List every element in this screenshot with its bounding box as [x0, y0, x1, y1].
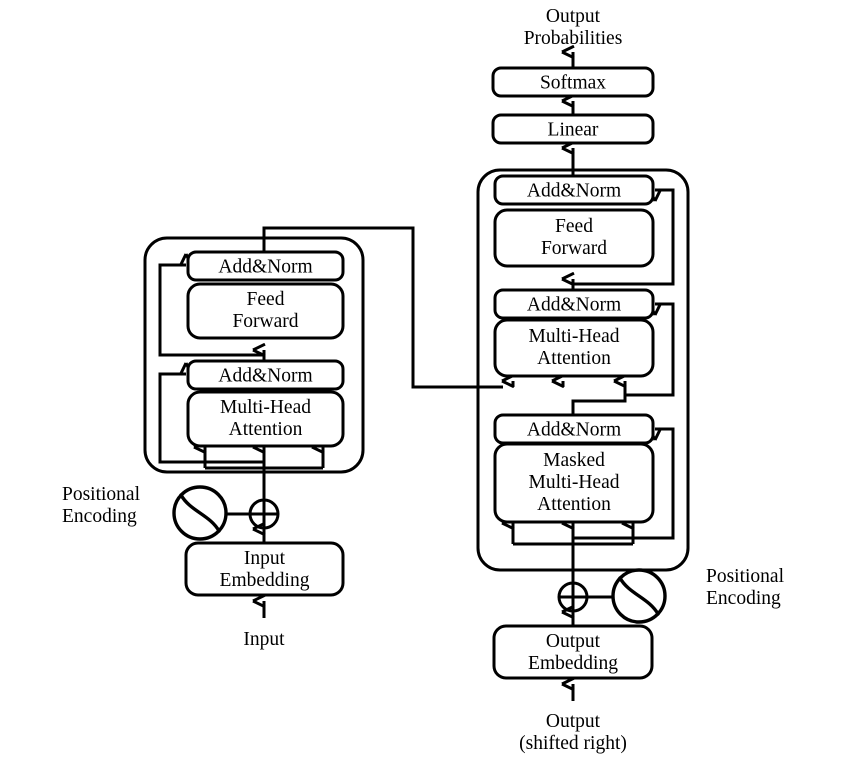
decoder-masked-attention-label-line3: Attention — [537, 494, 611, 515]
decoder-input-label-line1: Output — [546, 711, 601, 732]
encoder-input-label: Input — [243, 629, 285, 650]
decoder-positional-encoding-label-line2: Encoding — [706, 588, 781, 609]
output-probabilities-label-line2: Probabilities — [524, 28, 623, 49]
decoder-add-norm-1-label: Add&Norm — [527, 420, 621, 441]
decoder-addnorm1-to-cross-attention-line — [571, 381, 625, 415]
architecture-svg: Multi-Head Attention Add&Norm Feed Forwa… — [62, 6, 785, 754]
decoder-positional-encoding-label-line1: Positional — [706, 566, 785, 587]
decoder-masked-attention-qkv-bus — [513, 542, 633, 549]
decoder-input-label-line2: (shifted right) — [519, 733, 627, 754]
decoder-masked-attention-label-line1: Masked — [543, 450, 605, 471]
decoder-add-norm-3-label: Add&Norm — [527, 181, 621, 202]
output-probabilities-label-line1: Output — [546, 6, 601, 27]
encoder-add-norm-2-label: Add&Norm — [218, 257, 312, 278]
decoder-output-embedding-label-line2: Embedding — [528, 653, 618, 674]
decoder-add-norm-2-label: Add&Norm — [527, 295, 621, 316]
encoder-feed-forward-label-line1: Feed — [247, 289, 285, 310]
decoder-output-embedding-label-line1: Output — [546, 631, 601, 652]
encoder-multi-head-attention-label-line1: Multi-Head — [220, 397, 311, 418]
transformer-architecture-diagram: Multi-Head Attention Add&Norm Feed Forwa… — [0, 0, 850, 765]
encoder-positional-encoding-label-line1: Positional — [62, 484, 141, 505]
decoder-multi-head-attention-label-line1: Multi-Head — [529, 326, 620, 347]
encoder-feed-forward-label-line2: Forward — [232, 311, 298, 332]
decoder-feed-forward-label-line2: Forward — [541, 238, 607, 259]
decoder-masked-attention-label-line2: Multi-Head — [529, 472, 620, 493]
encoder-add-norm-1-label: Add&Norm — [218, 366, 312, 387]
linear-label: Linear — [548, 120, 599, 141]
decoder-multi-head-attention-label-line2: Attention — [537, 348, 611, 369]
encoder-positional-encoding-label-line2: Encoding — [62, 506, 137, 527]
encoder-multi-head-attention-label-line2: Attention — [229, 419, 303, 440]
encoder-input-embedding-label-line2: Embedding — [220, 570, 310, 591]
encoder-input-embedding-label-line1: Input — [244, 548, 286, 569]
softmax-label: Softmax — [540, 73, 606, 94]
decoder-feed-forward-label-line1: Feed — [555, 216, 593, 237]
